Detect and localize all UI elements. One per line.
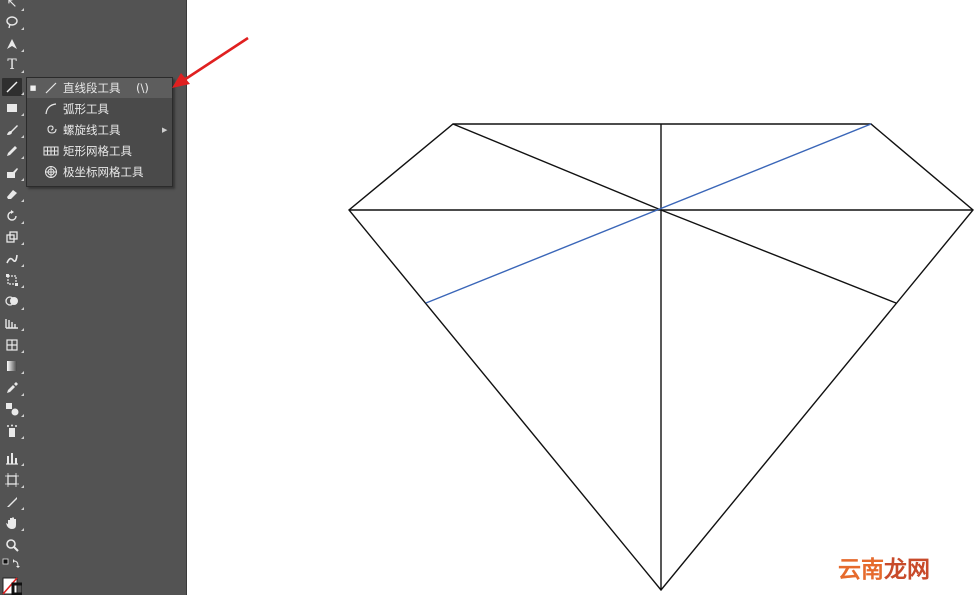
tools-panel: ↖ T	[0, 0, 26, 595]
line-segment-icon	[6, 81, 18, 93]
eraser-tool[interactable]	[2, 185, 24, 203]
pen-icon	[7, 39, 17, 49]
eyedropper-icon	[7, 382, 18, 393]
scale-tool[interactable]	[2, 228, 24, 246]
symbol-sprayer-tool[interactable]	[2, 422, 24, 440]
shape-builder-tool[interactable]	[2, 293, 24, 311]
artboard-canvas[interactable]	[187, 0, 976, 595]
lasso-tool[interactable]	[2, 13, 24, 31]
flyout-item-arc[interactable]: 弧形工具	[27, 99, 172, 119]
watermark-text-1: 云南	[838, 557, 884, 583]
type-tool[interactable]: T	[2, 56, 24, 74]
paintbrush-icon	[7, 125, 18, 135]
shape-builder-icon	[5, 296, 18, 306]
artboard-icon	[5, 473, 19, 487]
polar-grid-icon	[39, 165, 63, 179]
flyout-item-label: 矩形网格工具	[63, 144, 132, 158]
warp-icon	[6, 254, 18, 264]
watermark-logo: 云南 龙网	[838, 551, 948, 583]
hand-tool[interactable]	[2, 514, 24, 532]
flyout-item-polar-grid[interactable]: 极坐标网格工具	[27, 162, 172, 182]
mesh-tool[interactable]	[2, 336, 24, 354]
rotate-tool[interactable]	[2, 207, 24, 225]
flyout-item-shortcut: (\)	[136, 81, 149, 95]
pencil-tool[interactable]	[2, 142, 24, 160]
rectangular-grid-icon	[39, 144, 63, 158]
eraser-icon	[7, 190, 17, 199]
flyout-item-spiral[interactable]: 螺旋线工具 ▶	[27, 120, 172, 140]
flyout-item-label: 极坐标网格工具	[63, 165, 144, 179]
line-segment-tool[interactable]	[2, 78, 24, 96]
paintbrush-tool[interactable]	[2, 121, 24, 139]
flyout-item-label: 直线段工具	[63, 81, 121, 95]
zoom-icon	[6, 539, 19, 552]
watermark-text-2: 龙网	[884, 557, 930, 583]
eyedropper-tool[interactable]	[2, 379, 24, 397]
warp-tool[interactable]	[2, 250, 24, 268]
line-segment-icon	[39, 81, 63, 95]
blob-brush-tool[interactable]	[2, 164, 24, 182]
gradient-tool[interactable]	[2, 357, 24, 375]
fill-stroke-swatch[interactable]	[2, 576, 22, 595]
fill-stroke-icon	[2, 577, 22, 595]
arc-icon	[39, 102, 63, 116]
lasso-icon	[6, 16, 18, 29]
submenu-arrow-icon: ▶	[162, 126, 168, 134]
mesh-icon	[6, 339, 18, 351]
slice-icon	[7, 497, 17, 507]
spiral-icon	[39, 123, 63, 137]
type-icon: T	[7, 57, 17, 73]
gradient-icon	[7, 361, 17, 371]
free-transform-tool[interactable]	[2, 271, 24, 289]
flyout-item-label: 螺旋线工具	[63, 123, 121, 137]
free-transform-icon	[6, 274, 18, 286]
flyout-item-label: 弧形工具	[63, 102, 109, 116]
perspective-grid-tool[interactable]	[2, 314, 24, 332]
pen-tool[interactable]	[2, 35, 24, 53]
swap-colors-button[interactable]	[2, 556, 22, 574]
blend-tool[interactable]	[2, 400, 24, 418]
rectangle-icon	[7, 104, 17, 112]
column-graph-tool[interactable]	[2, 449, 24, 467]
symbol-sprayer-icon	[7, 424, 17, 437]
column-graph-icon	[6, 453, 18, 465]
pencil-icon	[7, 146, 17, 156]
flyout-item-rectangular-grid[interactable]: 矩形网格工具	[27, 141, 172, 161]
blob-brush-icon	[7, 168, 18, 178]
hand-icon	[6, 517, 16, 529]
selection-icon: ↖	[6, 0, 18, 11]
rectangle-tool[interactable]	[2, 99, 24, 117]
perspective-grid-icon	[5, 319, 18, 329]
swap-colors-icon	[2, 558, 20, 568]
line-tools-flyout-menu: ■ 直线段工具 (\) 弧形工具 螺旋线工具 ▶ 矩形网格工具 极坐标网格工具	[26, 77, 173, 187]
zoom-tool[interactable]	[2, 536, 22, 554]
selected-indicator: ■	[29, 84, 37, 92]
blend-icon	[6, 403, 19, 416]
artboard-tool[interactable]	[2, 471, 24, 489]
rotate-icon	[7, 210, 17, 221]
scale-icon	[6, 231, 18, 243]
slice-tool[interactable]	[2, 493, 24, 511]
flyout-item-line-segment[interactable]: ■ 直线段工具 (\)	[27, 78, 172, 98]
selection-tool[interactable]: ↖	[2, 0, 24, 12]
